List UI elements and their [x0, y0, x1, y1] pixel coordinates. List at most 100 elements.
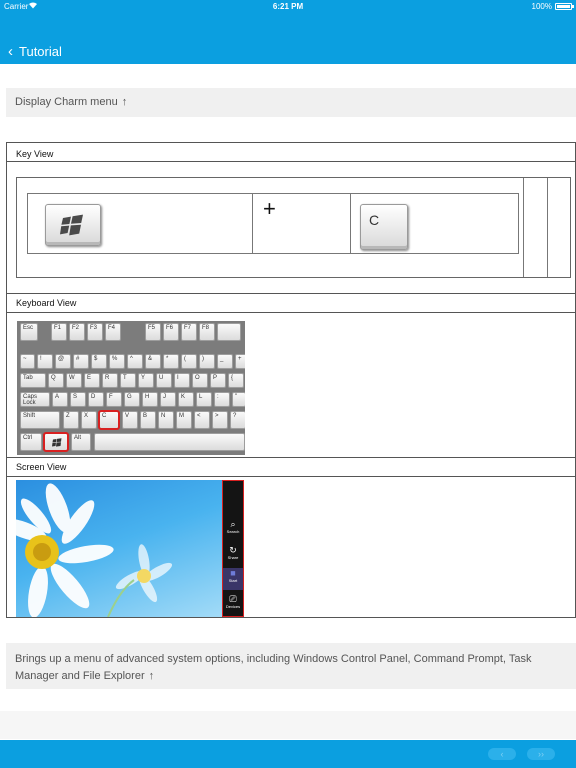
charm-label: Share — [227, 555, 239, 560]
status-bar: Carrier 6:21 PM 100% — [0, 0, 576, 14]
keyboard-key: @ — [55, 354, 71, 369]
chevron-left-icon: ‹ — [8, 42, 13, 60]
keyboard-key: P — [210, 373, 226, 388]
keyboard-key: : — [214, 392, 230, 407]
screen-view-label: Screen View — [16, 462, 67, 472]
keyboard-key: # — [73, 354, 89, 369]
charm-start: ■ Start — [223, 568, 243, 590]
keyboard-key: + — [235, 354, 245, 369]
shortcut-title-panel: Display Charm menu ↑ — [6, 88, 576, 117]
windows-key — [45, 204, 101, 246]
keyboard-key: L — [196, 392, 212, 407]
key-cell-plus: + — [253, 194, 349, 253]
keyboard-key: ^ — [127, 354, 143, 369]
keyboard-key: Y — [138, 373, 154, 388]
keyboard-key: O — [192, 373, 208, 388]
keyboard-key: M — [176, 411, 192, 429]
key-combination: + C — [27, 193, 519, 254]
keyboard-key: A — [52, 392, 68, 407]
devices-icon: ⎚ — [229, 594, 237, 604]
arrow-up-icon: ↑ — [121, 96, 128, 108]
keyboard-key: N — [158, 411, 174, 429]
keyboard-key: _ — [217, 354, 233, 369]
divider — [7, 312, 575, 313]
keyboard-key: Caps Lock — [20, 392, 50, 407]
back-button[interactable]: ‹ Tutorial — [8, 40, 62, 62]
search-icon: ⌕ — [230, 519, 236, 529]
previous-button[interactable]: ‹ — [488, 748, 516, 760]
next-button[interactable]: ›› — [527, 748, 555, 760]
keyboard-key: ( — [181, 354, 197, 369]
keyboard-key: { — [228, 373, 244, 388]
key-cell-windows — [28, 194, 252, 253]
windows-logo-icon — [60, 214, 83, 236]
c-key: C — [360, 204, 408, 250]
description: Brings up a menu of advanced system opti… — [15, 651, 563, 685]
shortcut-title-text: Display Charm menu — [15, 96, 118, 108]
keyboard-key: F — [106, 392, 122, 407]
keyboard-key: F1 — [51, 323, 67, 341]
divider — [7, 161, 575, 162]
keyboard-key: U — [156, 373, 172, 388]
divider — [547, 178, 548, 277]
screen-image: ⌕ Search ↻ Share ■ Start ⎚ Devices — [16, 480, 244, 617]
keyboard-key: I — [174, 373, 190, 388]
keyboard-key: > — [212, 411, 228, 429]
charm-label: Search — [226, 529, 240, 534]
charm-label: Start — [228, 578, 238, 583]
keyboard-image: Esc F1 F2 F3 F4 F5 F6 F7 F8 ~! @ # $% ^ & *() _ + Tab Q W E R T… — [17, 321, 245, 455]
keyboard-key: ? — [230, 411, 245, 429]
spacer-band — [0, 711, 576, 739]
battery-percent: 100% — [531, 2, 552, 11]
keyboard-key: % — [109, 354, 125, 369]
charm-search: ⌕ Search — [223, 519, 243, 534]
keyboard-key: F7 — [181, 323, 197, 341]
keyboard-key: Shift — [20, 411, 60, 429]
nav-title: Tutorial — [19, 43, 62, 59]
keyboard-key: F2 — [69, 323, 85, 341]
keyboard-key: & — [145, 354, 161, 369]
clock: 6:21 PM — [272, 2, 304, 11]
keyboard-key: C — [98, 410, 120, 430]
footer-bar: ‹ ›› — [0, 740, 576, 768]
keyboard-key: X — [81, 411, 97, 429]
windows-logo-icon — [52, 438, 62, 447]
keyboard-key: F8 — [199, 323, 215, 341]
keyboard-key: Tab — [20, 373, 46, 388]
keyboard-key: Q — [48, 373, 64, 388]
keyboard-key: $ — [91, 354, 107, 369]
key-cell-c: C — [351, 194, 519, 253]
tutorial-screen: Carrier 6:21 PM 100% ‹ Tutorial Display … — [0, 0, 576, 768]
divider — [7, 293, 575, 294]
description-panel: Brings up a menu of advanced system opti… — [6, 643, 576, 689]
arrow-up-icon: ↑ — [148, 670, 155, 682]
keyboard-key: S — [70, 392, 86, 407]
keyboard-view-label: Keyboard View — [16, 298, 77, 308]
keyboard-key: F4 — [105, 323, 121, 341]
keyboard-key: B — [140, 411, 156, 429]
keyboard-key: K — [178, 392, 194, 407]
keyboard-key: Esc — [20, 323, 38, 341]
keyboard-key: J — [160, 392, 176, 407]
charm-share: ↻ Share — [223, 545, 243, 560]
keyboard-key: F3 — [87, 323, 103, 341]
keyboard-key: ) — [199, 354, 215, 369]
keyboard-key: F5 — [145, 323, 161, 341]
key-view-frame: + C — [16, 177, 571, 278]
keyboard-key: G — [124, 392, 140, 407]
divider — [523, 178, 524, 277]
keyboard-key: ~ — [20, 354, 35, 369]
description-text: Brings up a menu of advanced system opti… — [15, 653, 532, 682]
keyboard-key: ! — [37, 354, 53, 369]
keyboard-key: V — [122, 411, 138, 429]
keyboard-key — [94, 433, 245, 451]
divider — [7, 457, 575, 458]
plus-sign: + — [263, 196, 276, 221]
keyboard-key: R — [102, 373, 118, 388]
charm-devices: ⎚ Devices — [223, 594, 243, 609]
app-header: Carrier 6:21 PM 100% ‹ Tutorial — [0, 0, 576, 64]
keyboard-key: " — [232, 392, 245, 407]
charm-bar: ⌕ Search ↻ Share ■ Start ⎚ Devices — [222, 480, 244, 617]
shortcut-title: Display Charm menu ↑ — [15, 96, 127, 108]
keyboard-key: H — [142, 392, 158, 407]
